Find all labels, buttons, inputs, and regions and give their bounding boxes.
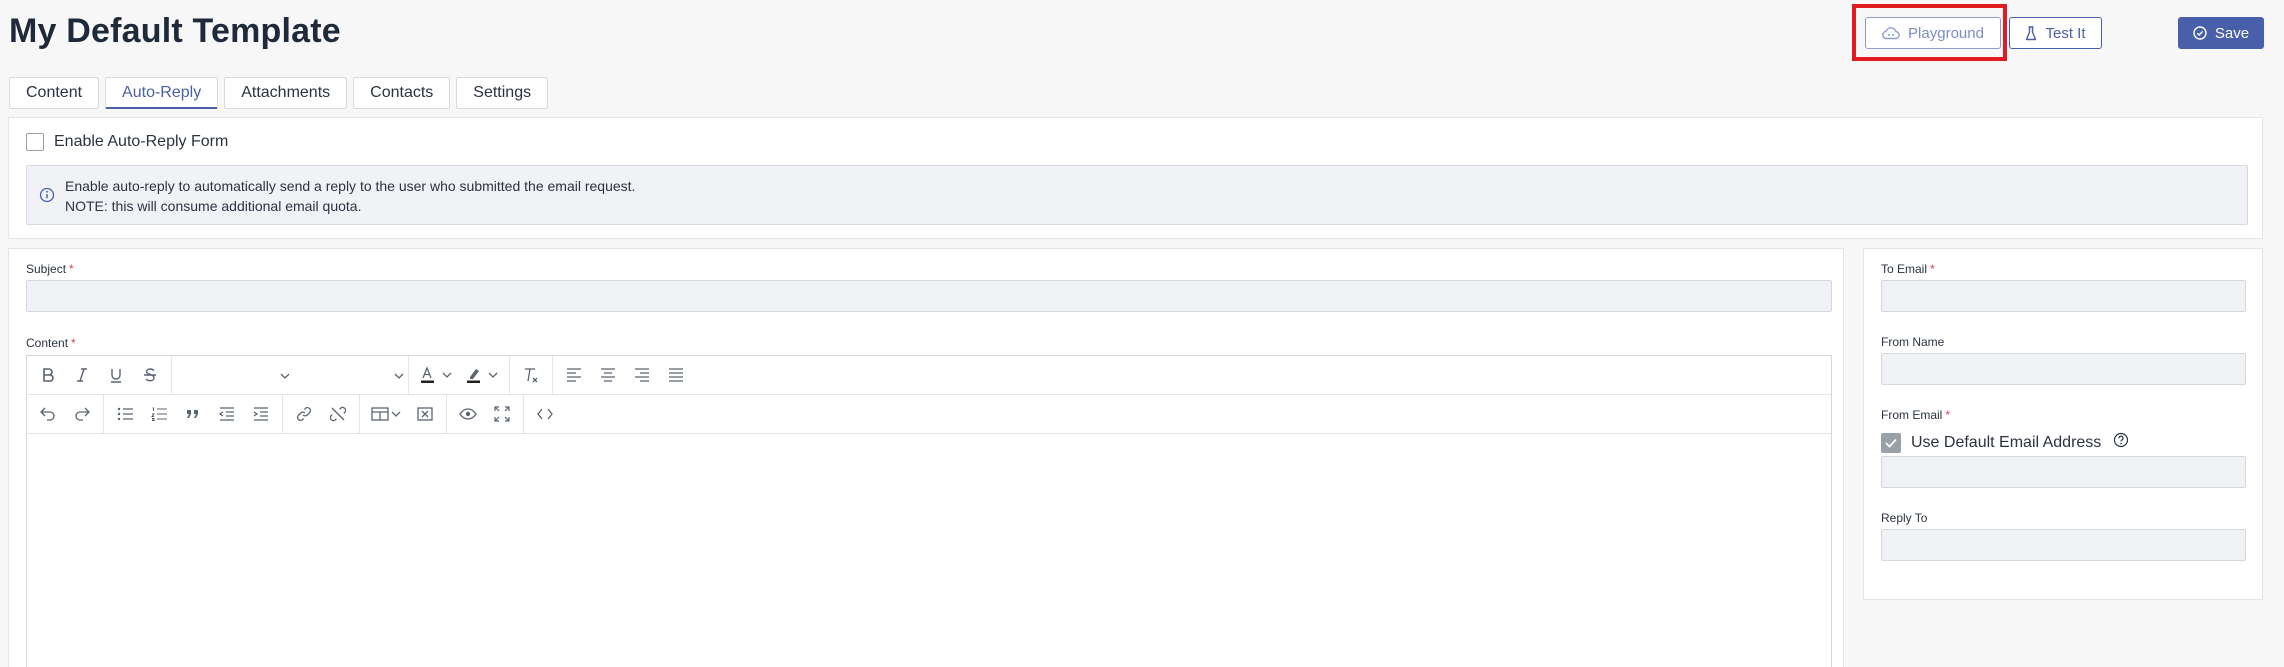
link-group bbox=[283, 395, 360, 433]
info-text: Enable auto-reply to automatically send … bbox=[65, 176, 635, 216]
font-size-select[interactable] bbox=[290, 360, 404, 390]
required-mark: * bbox=[1945, 408, 1951, 422]
from-email-input[interactable] bbox=[1881, 456, 2246, 488]
check-circle-icon bbox=[2193, 26, 2207, 40]
numbered-list-icon[interactable] bbox=[142, 399, 176, 429]
use-default-email-label: Use Default Email Address bbox=[1911, 433, 2102, 451]
remove-table-icon[interactable] bbox=[408, 399, 442, 429]
enable-auto-reply-label: Enable Auto-Reply Form bbox=[54, 133, 229, 150]
content-label: Content * bbox=[26, 336, 76, 350]
format-select-group bbox=[172, 356, 409, 394]
tab-attachments[interactable]: Attachments bbox=[224, 77, 348, 109]
align-center-icon[interactable] bbox=[591, 360, 625, 390]
underline-icon[interactable] bbox=[99, 360, 133, 390]
enable-auto-reply-checkbox[interactable] bbox=[26, 133, 44, 151]
tab-auto-reply[interactable]: Auto-Reply bbox=[105, 77, 219, 109]
enable-auto-reply-row: Enable Auto-Reply Form bbox=[26, 133, 228, 151]
tab-content[interactable]: Content bbox=[9, 77, 100, 109]
link-icon[interactable] bbox=[287, 399, 321, 429]
info-line-2: NOTE: this will consume additional email… bbox=[65, 198, 362, 214]
text-color-icon[interactable] bbox=[413, 360, 459, 390]
clear-format-group bbox=[510, 356, 553, 394]
redo-icon[interactable] bbox=[65, 399, 99, 429]
preview-icon[interactable] bbox=[451, 399, 485, 429]
undo-icon[interactable] bbox=[31, 399, 65, 429]
fullscreen-icon[interactable] bbox=[485, 399, 519, 429]
use-default-email-checkbox[interactable] bbox=[1881, 432, 1901, 453]
strikethrough-icon[interactable] bbox=[133, 360, 167, 390]
tab-contacts[interactable]: Contacts bbox=[353, 77, 451, 109]
save-label: Save bbox=[2214, 24, 2250, 42]
alignment-group bbox=[553, 356, 697, 394]
reply-to-label: Reply To bbox=[1881, 511, 1928, 525]
bullet-list-icon[interactable] bbox=[108, 399, 142, 429]
cloud-icon bbox=[1882, 26, 1900, 40]
source-code-icon[interactable] bbox=[528, 399, 562, 429]
tab-bar: Content Auto-Reply Attachments Contacts … bbox=[9, 77, 549, 109]
from-name-input[interactable] bbox=[1881, 353, 2246, 385]
editor-toolbar-row-2 bbox=[27, 395, 1831, 434]
required-mark: * bbox=[69, 262, 74, 276]
info-icon bbox=[39, 187, 55, 208]
info-box: Enable auto-reply to automatically send … bbox=[26, 165, 2248, 225]
table-icon[interactable] bbox=[364, 399, 408, 429]
playground-button[interactable]: Playground bbox=[1865, 17, 2001, 49]
help-icon[interactable] bbox=[2113, 432, 2129, 453]
message-panel: Subject * Content * bbox=[8, 248, 1844, 667]
align-left-icon[interactable] bbox=[557, 360, 591, 390]
source-group bbox=[524, 395, 566, 433]
email-settings-panel: To Email * From Name From Email * Use Defa… bbox=[1863, 248, 2263, 600]
playground-label: Playground bbox=[1908, 24, 1984, 42]
subject-input[interactable] bbox=[26, 280, 1832, 312]
auto-reply-panel: Enable Auto-Reply Form Enable auto-reply… bbox=[8, 117, 2263, 239]
reply-to-input[interactable] bbox=[1881, 529, 2246, 561]
italic-icon[interactable] bbox=[65, 360, 99, 390]
from-email-label: From Email * bbox=[1881, 408, 1951, 422]
bold-icon[interactable] bbox=[31, 360, 65, 390]
align-right-icon[interactable] bbox=[625, 360, 659, 390]
unlink-icon[interactable] bbox=[321, 399, 355, 429]
test-it-button[interactable]: Test It bbox=[2009, 17, 2102, 49]
required-mark: * bbox=[71, 336, 76, 350]
editor-toolbar-row-1 bbox=[27, 356, 1831, 395]
info-line-1: Enable auto-reply to automatically send … bbox=[65, 178, 636, 194]
flask-icon bbox=[2025, 25, 2037, 41]
blockquote-icon[interactable] bbox=[176, 399, 210, 429]
use-default-email-row: Use Default Email Address bbox=[1881, 432, 2129, 453]
rich-text-editor bbox=[26, 355, 1832, 667]
chevron-down-icon bbox=[394, 368, 404, 382]
required-mark: * bbox=[1930, 262, 1935, 276]
indent-icon[interactable] bbox=[244, 399, 278, 429]
subject-label: Subject * bbox=[26, 262, 74, 276]
page-title: My Default Template bbox=[9, 12, 341, 50]
color-group bbox=[409, 356, 510, 394]
align-justify-icon[interactable] bbox=[659, 360, 693, 390]
list-group bbox=[104, 395, 283, 433]
block-format-select[interactable] bbox=[176, 360, 290, 390]
save-button[interactable]: Save bbox=[2178, 17, 2264, 49]
chevron-down-icon bbox=[280, 368, 290, 382]
outdent-icon[interactable] bbox=[210, 399, 244, 429]
to-email-label: To Email * bbox=[1881, 262, 1935, 276]
clear-format-icon[interactable] bbox=[514, 360, 548, 390]
tab-settings[interactable]: Settings bbox=[456, 77, 549, 109]
editor-content-area[interactable] bbox=[27, 435, 1831, 667]
from-name-label: From Name bbox=[1881, 335, 1945, 349]
test-it-label: Test It bbox=[2045, 24, 2086, 42]
highlight-color-icon[interactable] bbox=[459, 360, 505, 390]
to-email-input[interactable] bbox=[1881, 280, 2246, 312]
view-group bbox=[447, 395, 524, 433]
history-group bbox=[27, 395, 104, 433]
text-style-group bbox=[27, 356, 172, 394]
table-group bbox=[360, 395, 447, 433]
